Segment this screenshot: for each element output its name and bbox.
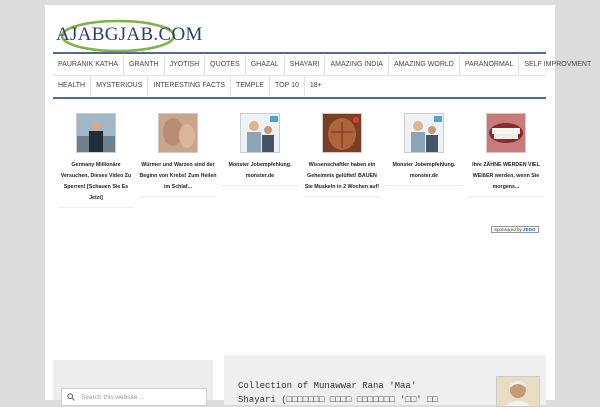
row1-item[interactable]: SELF IMPROVMENT — [519, 55, 596, 75]
nav-bottom-rule — [53, 97, 546, 99]
row2-item[interactable]: 18+ — [305, 76, 327, 96]
search-placeholder: Search this website ... — [81, 393, 145, 401]
ad-image — [487, 114, 525, 152]
sponsored-brand: ZEDO — [523, 227, 536, 232]
ad-thumbnail[interactable] — [322, 113, 362, 153]
row2-item[interactable]: INTERESTING FACTS — [148, 76, 231, 96]
search-input[interactable]: Search this website ... — [61, 388, 207, 406]
ad-divider — [57, 207, 135, 208]
sponsored-badge[interactable]: Sponsored by ZEDO — [491, 226, 539, 233]
main-navigation: PAURANIK KATHA GRANTH JYOTISH QUOTES GHAZAL S… — [53, 55, 591, 96]
logo-text: AJABGJAB.COM — [56, 24, 203, 45]
sponsored-ads: Germany Millionäre Versuchen, Dieses Vid… — [55, 113, 547, 208]
ad-thumbnail[interactable] — [240, 113, 280, 153]
row2-item[interactable]: HEALTH — [53, 76, 92, 96]
row1-item[interactable]: PARANORMAL — [460, 55, 520, 75]
ad-thumbnail[interactable] — [404, 113, 444, 153]
ad-card[interactable]: Germany Millionäre Versuchen, Dieses Vid… — [55, 113, 137, 208]
ad-image — [323, 114, 361, 152]
row1-item[interactable]: GHAZAL — [246, 55, 285, 75]
ad-divider — [303, 196, 381, 197]
row1-item[interactable]: PAURANIK KATHA — [53, 55, 125, 75]
post-card: Collection of Munawwar Rana 'Maa' Shayar… — [224, 355, 546, 407]
ad-image — [241, 114, 279, 152]
ad-divider — [221, 185, 299, 186]
page-container: AJABGJAB.COM PAURANIK KATHA GRANTH JYOTISH… — [45, 5, 591, 407]
row1-item[interactable]: JYOTISH — [165, 55, 206, 75]
nav-row-secondary: HEALTH MYSTERIOUS INTERESTING FACTS TEMPLE T… — [53, 76, 546, 96]
ad-card[interactable]: Würmer und Warzen sind der Beginn von Kr… — [137, 113, 219, 208]
ad-thumbnail[interactable] — [158, 113, 198, 153]
ad-thumbnail[interactable] — [76, 113, 116, 153]
post-thumbnail[interactable] — [496, 376, 540, 407]
sidebar-widget: Search this website ... — [53, 360, 213, 406]
row1-item[interactable]: AMAZING WORLD — [389, 55, 460, 75]
ad-headline[interactable]: Ihre ZÄHNE WERDEN VIEL WEIßER werden, we… — [465, 160, 547, 193]
site-logo[interactable]: AJABGJAB.COM — [54, 14, 202, 53]
row1-item[interactable]: GRANTH — [124, 55, 165, 75]
ad-headline[interactable]: Monster Jobempfehlung. monster.de — [383, 160, 465, 182]
sponsored-label: Sponsored by — [494, 227, 522, 232]
ad-card[interactable]: Ihre ZÄHNE WERDEN VIEL WEIßER werden, we… — [465, 113, 547, 208]
ad-headline[interactable]: Monster Jobempfehlung. monster.de — [219, 160, 301, 182]
ad-card[interactable]: Monster Jobempfehlung. monster.de — [383, 113, 465, 208]
ad-card[interactable]: Wissenschaftler haben ein Geheimnis gelü… — [301, 113, 383, 208]
ad-divider — [139, 196, 217, 197]
ad-image — [77, 114, 115, 152]
row1-item[interactable]: SHAYARI — [285, 55, 326, 75]
ad-card[interactable]: Monster Jobempfehlung. monster.de — [219, 113, 301, 208]
ad-image — [405, 114, 443, 152]
nav-row-primary: PAURANIK KATHA GRANTH JYOTISH QUOTES GHAZAL S… — [53, 55, 591, 75]
row1-item[interactable]: AMAZING INDIA — [325, 55, 389, 75]
ad-divider — [385, 185, 463, 186]
row2-item[interactable]: TOP 10 — [270, 76, 305, 96]
post-title[interactable]: Collection of Munawwar Rana 'Maa' Shayar… — [238, 379, 458, 407]
ad-divider — [467, 196, 545, 197]
row2-item[interactable]: MYSTERIOUS — [91, 76, 149, 96]
nav-top-rule — [53, 52, 546, 54]
row2-item[interactable]: TEMPLE — [231, 76, 270, 96]
portrait-image — [497, 377, 539, 406]
ad-headline[interactable]: Würmer und Warzen sind der Beginn von Kr… — [137, 160, 219, 193]
ad-headline[interactable]: Germany Millionäre Versuchen, Dieses Vid… — [55, 160, 137, 204]
row1-item[interactable]: QUOTES — [205, 55, 246, 75]
ad-image — [159, 114, 197, 152]
ad-headline[interactable]: Wissenschaftler haben ein Geheimnis gelü… — [301, 160, 383, 193]
ad-thumbnail[interactable] — [486, 113, 526, 153]
